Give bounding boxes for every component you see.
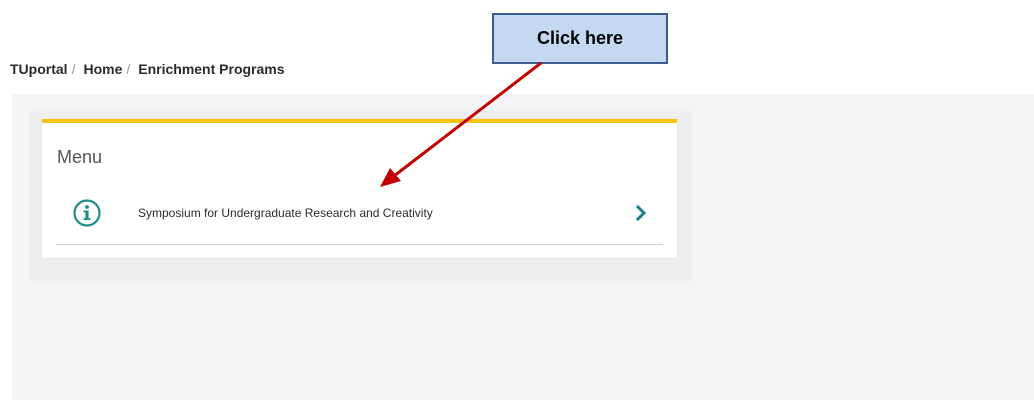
breadcrumb-separator: / — [126, 61, 131, 77]
info-circle-icon — [73, 199, 101, 227]
menu-card: Menu Symposium for Undergraduate Researc… — [42, 119, 677, 258]
breadcrumb: TUportal / Home / Enrichment Programs — [10, 61, 285, 77]
breadcrumb-item-tuportal[interactable]: TUportal — [10, 61, 68, 77]
breadcrumb-separator: / — [71, 61, 76, 77]
click-here-callout: Click here — [492, 13, 668, 64]
menu-title: Menu — [57, 147, 103, 167]
breadcrumb-item-home[interactable]: Home — [83, 61, 122, 77]
chevron-right-icon — [635, 205, 647, 221]
menu-item-symposium[interactable]: Symposium for Undergraduate Research and… — [56, 194, 663, 245]
page: TUportal / Home / Enrichment Programs Menu S… — [0, 0, 1034, 400]
menu-item-label: Symposium for Undergraduate Research and… — [138, 206, 433, 220]
breadcrumb-item-enrichment-programs: Enrichment Programs — [138, 61, 285, 77]
